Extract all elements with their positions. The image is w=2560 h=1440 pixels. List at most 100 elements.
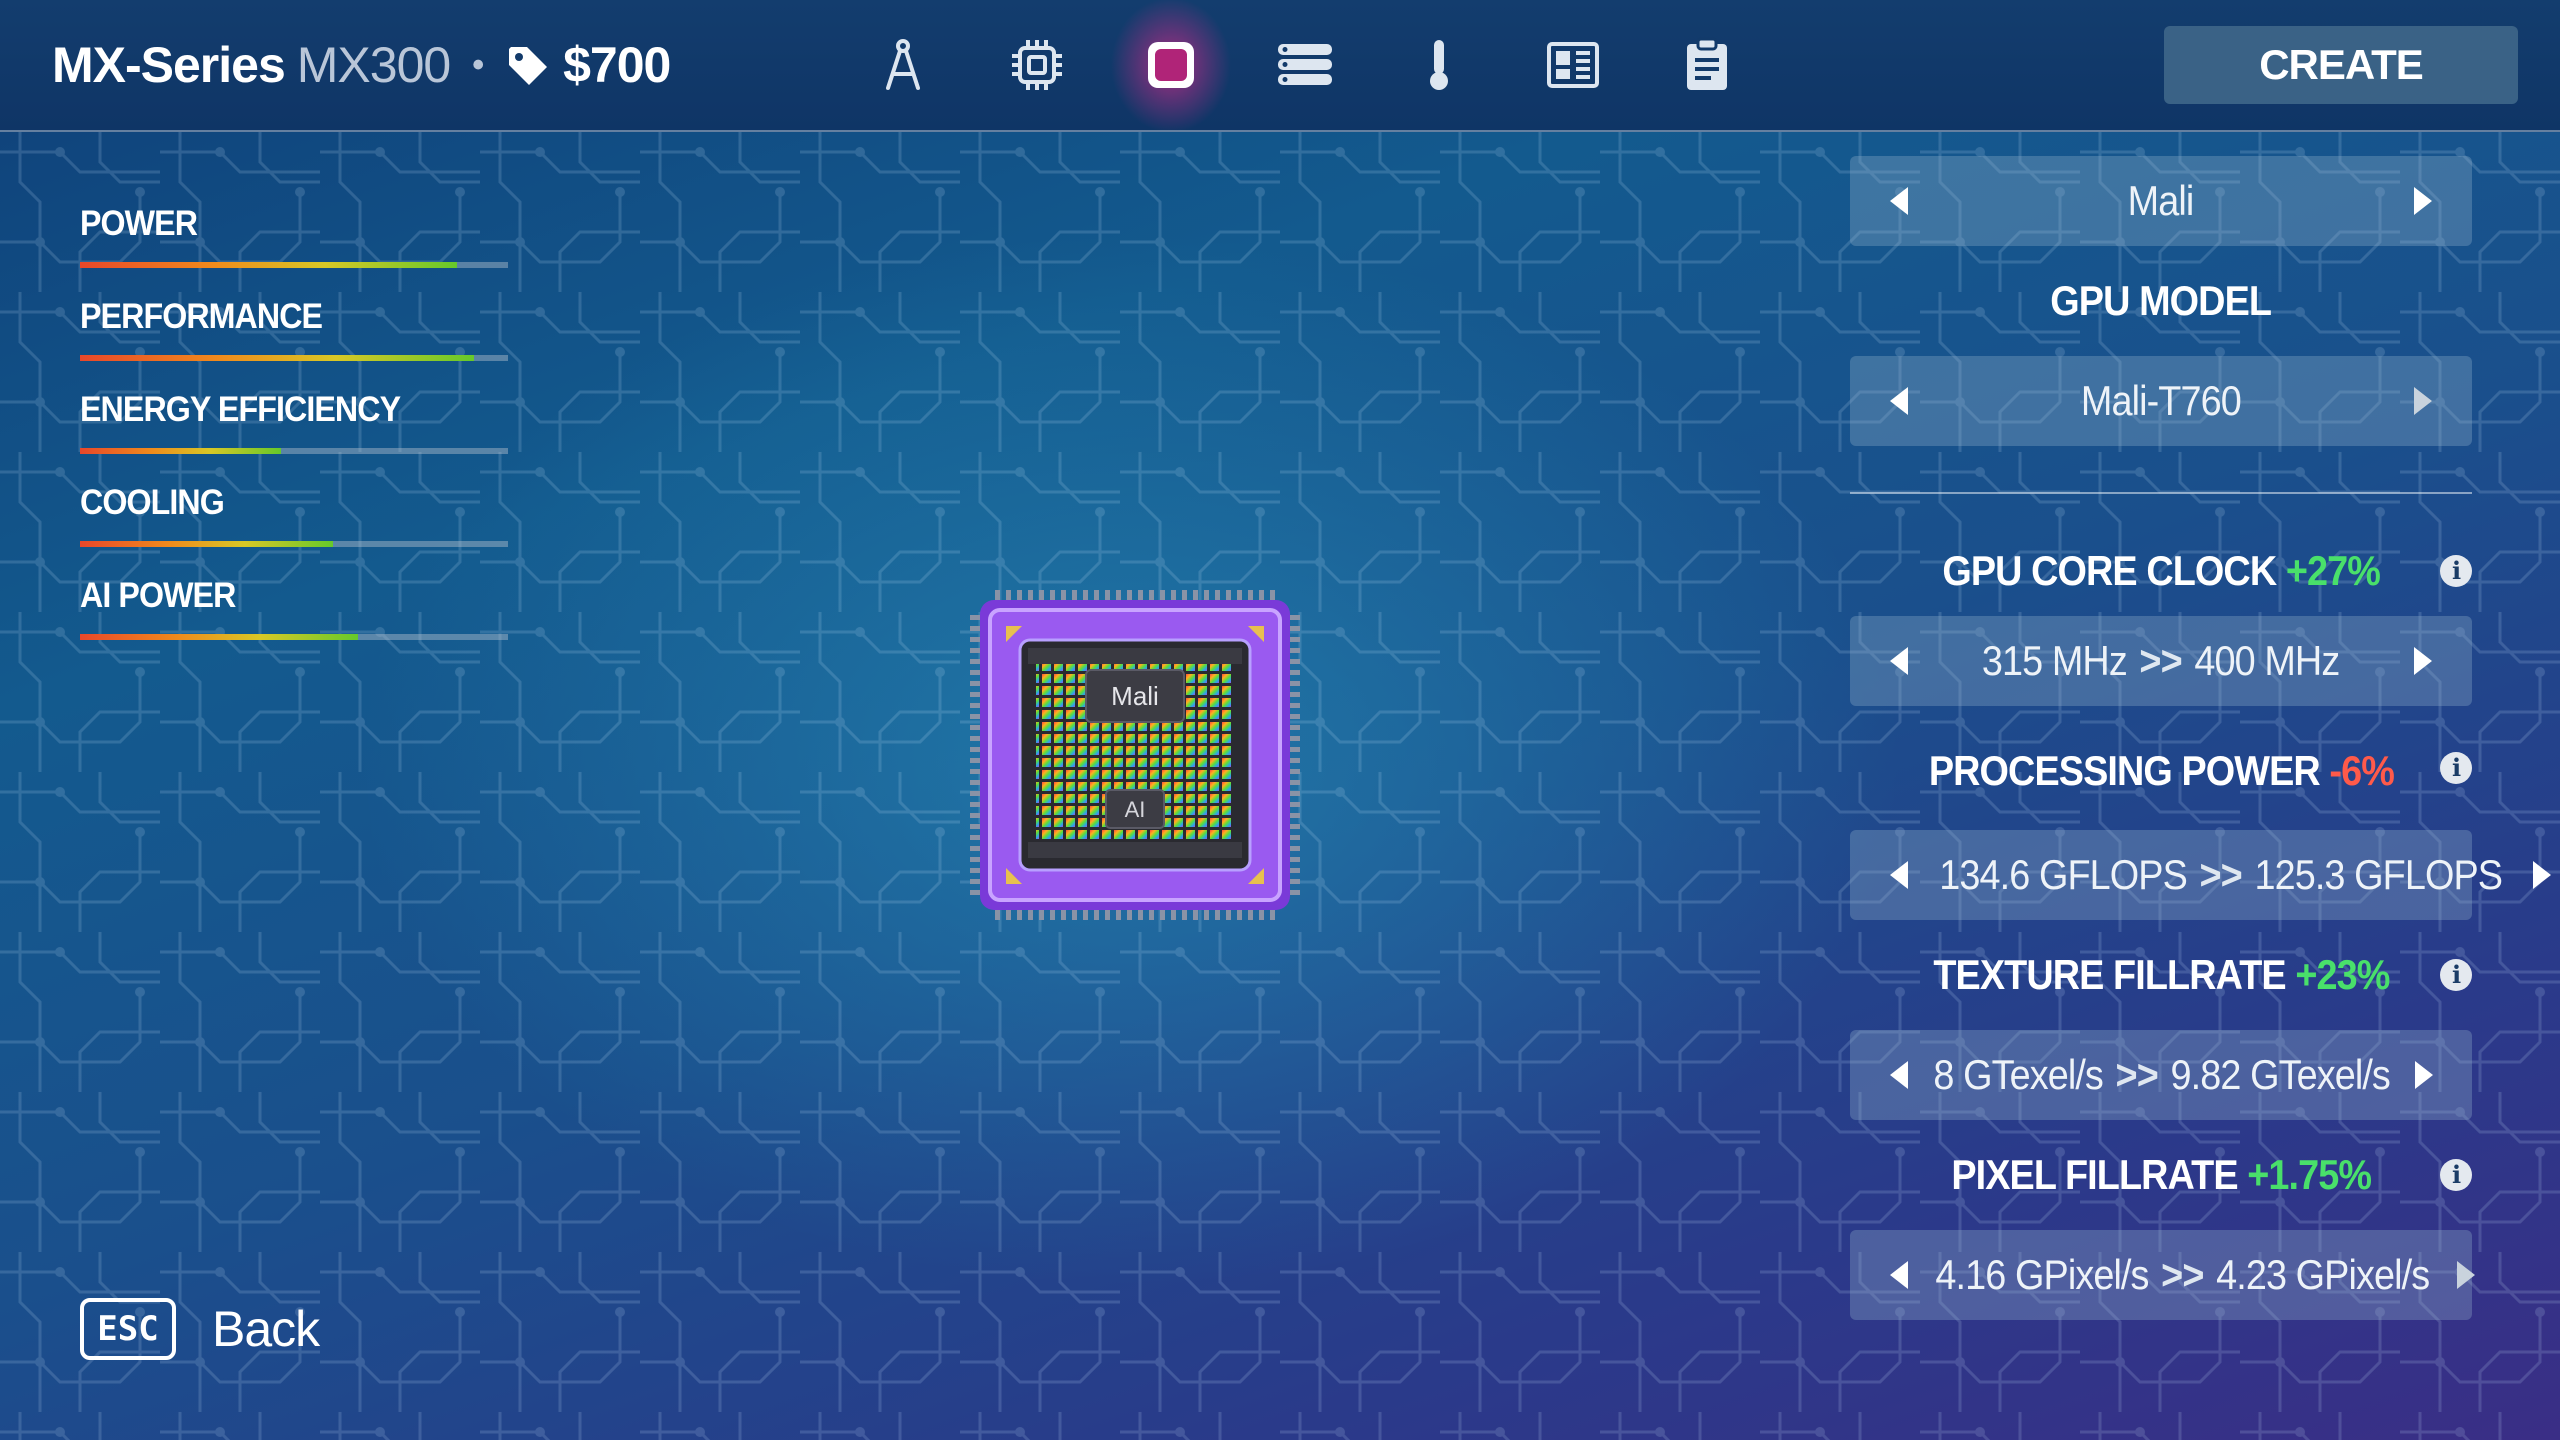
tab-design[interactable]: [836, 0, 970, 130]
gpu-square-icon: [1148, 42, 1194, 88]
cpu-chip-icon: [1012, 40, 1062, 90]
tab-board[interactable]: [1506, 0, 1640, 130]
spec-values: 315 MHz >> 400 MHz: [1982, 637, 2341, 685]
spec-from: 4.16 GPixel/s: [1935, 1251, 2149, 1298]
stat-performance: PERFORMANCE: [80, 293, 508, 386]
spec-label: PIXEL FILLRATE: [1951, 1151, 2238, 1198]
spec-label: PROCESSING POWER: [1928, 747, 2320, 794]
stat-label: ENERGY EFFICIENCY: [80, 390, 401, 429]
memory-stack-icon: [1278, 44, 1332, 85]
gpu-chip-illustration: Mali AI: [970, 590, 1300, 920]
spec-heading-texture-fillrate: TEXTURE FILLRATE +23% i: [1850, 920, 2472, 1030]
spec-heading-core-clock: GPU CORE CLOCK +27% i: [1850, 526, 2472, 616]
esc-key-icon: ESC: [80, 1298, 176, 1360]
spec-label: GPU CORE CLOCK: [1942, 547, 2277, 594]
spec-to: 9.82 GTexel/s: [2170, 1051, 2391, 1098]
gpu-model-selector[interactable]: Mali-T760: [1850, 356, 2472, 446]
spec-selector-core-clock[interactable]: 315 MHz >> 400 MHz: [1850, 616, 2472, 706]
stat-ai-power: AI POWER: [80, 572, 508, 665]
stat-bar: [80, 355, 508, 361]
double-chevron-icon: >>: [2199, 851, 2243, 898]
prev-arrow-icon[interactable]: [1890, 387, 1908, 415]
category-tabs: [836, 0, 1774, 130]
double-chevron-icon: >>: [2115, 1051, 2159, 1098]
price: $700: [563, 37, 671, 93]
spec-values: 4.16 GPixel/s >> 4.23 GPixel/s: [1935, 1251, 2430, 1299]
stat-bar: [80, 448, 508, 454]
tab-summary[interactable]: [1640, 0, 1774, 130]
spec-delta: +27%: [2285, 547, 2381, 594]
stat-cooling: COOLING: [80, 479, 508, 572]
stat-bar: [80, 262, 508, 268]
series-name: MX-Series: [52, 37, 286, 93]
top-bar: MX-Series MX300 • $700 CREATE: [0, 0, 2560, 132]
gpu-model-heading: GPU MODEL: [1850, 246, 2472, 356]
spec-selector-texture-fillrate[interactable]: 8 GTexel/s >> 9.82 GTexel/s: [1850, 1030, 2472, 1120]
stat-power: POWER: [80, 200, 508, 293]
spec-to: 400 MHz: [2194, 637, 2341, 684]
product-title: MX-Series MX300 • $700: [52, 34, 671, 96]
info-icon[interactable]: i: [2440, 555, 2472, 587]
stat-energy-efficiency: ENERGY EFFICIENCY: [80, 386, 508, 479]
price-tag-icon: [509, 47, 548, 85]
tab-cpu[interactable]: [970, 0, 1104, 130]
tab-cooling[interactable]: [1372, 0, 1506, 130]
info-icon[interactable]: i: [2440, 752, 2472, 784]
vendor-value: Mali: [2128, 177, 2195, 224]
heading-label: GPU MODEL: [2050, 277, 2273, 324]
next-arrow-icon[interactable]: [2456, 1261, 2475, 1289]
stat-label: POWER: [80, 204, 198, 243]
info-icon[interactable]: i: [2440, 1159, 2472, 1191]
tab-memory[interactable]: [1238, 0, 1372, 130]
spec-to: 125.3 GFLOPS: [2254, 851, 2503, 898]
next-arrow-icon[interactable]: [2413, 187, 2432, 215]
spec-from: 134.6 GFLOPS: [1939, 851, 2188, 898]
stats-list: POWER PERFORMANCE ENERGY EFFICIENCY COOL…: [80, 200, 508, 665]
spec-delta: +23%: [2294, 951, 2390, 998]
spec-delta: -6%: [2329, 747, 2394, 794]
spec-from: 8 GTexel/s: [1933, 1051, 2103, 1098]
spec-heading-processing-power: PROCESSING POWER -6% i: [1850, 706, 2472, 830]
prev-arrow-icon[interactable]: [1890, 187, 1908, 215]
stat-label: COOLING: [80, 483, 225, 522]
spec-values: 8 GTexel/s >> 9.82 GTexel/s: [1933, 1051, 2390, 1099]
stat-bar: [80, 541, 508, 547]
stat-bar-fill: [80, 262, 457, 268]
prev-arrow-icon[interactable]: [1890, 1061, 1908, 1089]
spec-delta: +1.75%: [2247, 1151, 2372, 1198]
next-arrow-icon[interactable]: [2413, 387, 2432, 415]
stat-bar-fill: [80, 355, 474, 361]
next-arrow-icon[interactable]: [2533, 861, 2552, 889]
spec-to: 4.23 GPixel/s: [2216, 1251, 2430, 1298]
create-button[interactable]: CREATE: [2164, 26, 2518, 104]
next-arrow-icon[interactable]: [2415, 1061, 2434, 1089]
title-separator: •: [472, 45, 484, 84]
spec-selector-processing-power[interactable]: 134.6 GFLOPS >> 125.3 GFLOPS: [1850, 830, 2552, 920]
tab-gpu[interactable]: [1104, 0, 1238, 130]
back-label: Back: [212, 1301, 320, 1357]
stat-bar: [80, 634, 508, 640]
stat-bar-fill: [80, 541, 333, 547]
spec-values: 134.6 GFLOPS >> 125.3 GFLOPS: [1939, 851, 2503, 899]
next-arrow-icon[interactable]: [2414, 647, 2432, 675]
spec-heading-pixel-fillrate: PIXEL FILLRATE +1.75% i: [1850, 1120, 2472, 1230]
thermometer-icon: [1430, 40, 1448, 90]
prev-arrow-icon[interactable]: [1890, 1261, 1908, 1289]
board-layout-icon: [1547, 42, 1599, 88]
double-chevron-icon: >>: [2139, 637, 2183, 684]
stat-bar-fill: [80, 634, 359, 640]
stat-label: AI POWER: [80, 576, 236, 615]
spec-selector-pixel-fillrate[interactable]: 4.16 GPixel/s >> 4.23 GPixel/s: [1850, 1230, 2475, 1320]
compass-icon: [886, 39, 920, 90]
prev-arrow-icon[interactable]: [1890, 647, 1908, 675]
prev-arrow-icon[interactable]: [1890, 861, 1908, 889]
chip-sub: AI: [1125, 797, 1146, 822]
double-chevron-icon: >>: [2161, 1251, 2204, 1298]
spec-from: 315 MHz: [1982, 637, 2128, 684]
stat-label: PERFORMANCE: [80, 297, 323, 336]
info-icon[interactable]: i: [2440, 959, 2472, 991]
back-button[interactable]: ESC Back: [80, 1298, 320, 1360]
gpu-model-value: Mali-T760: [2081, 377, 2242, 424]
vendor-selector[interactable]: Mali: [1850, 156, 2472, 246]
spec-label: TEXTURE FILLRATE: [1932, 951, 2286, 998]
